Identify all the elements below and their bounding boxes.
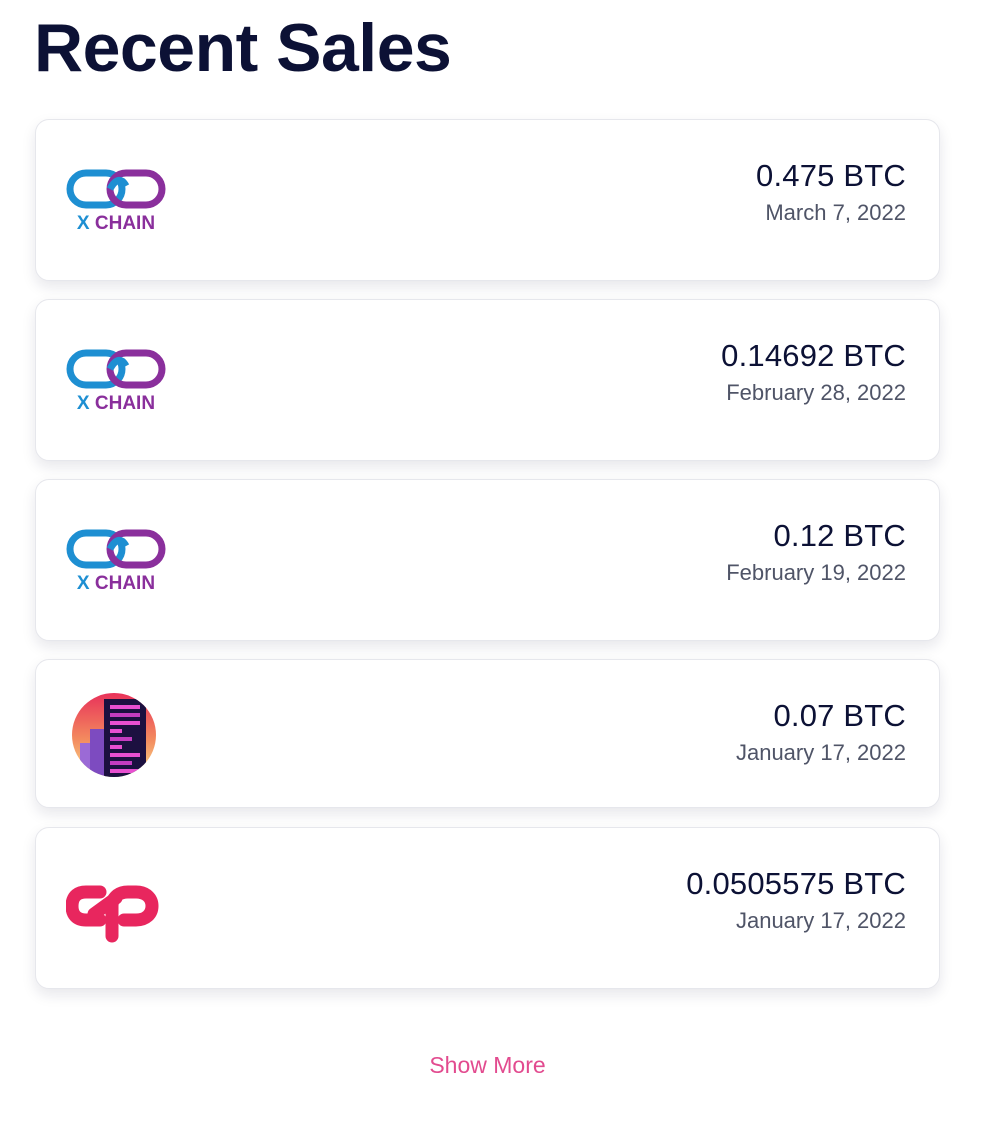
- sale-card[interactable]: 0.0505575 BTC January 17, 2022: [35, 827, 940, 989]
- svg-text:X CHAIN: X CHAIN: [77, 213, 155, 232]
- sale-card[interactable]: X CHAIN 0.14692 BTC February 28, 2022: [35, 299, 940, 461]
- sale-info: 0.475 BTC March 7, 2022: [756, 158, 906, 228]
- sale-price: 0.0505575 BTC: [686, 866, 906, 901]
- sale-price: 0.07 BTC: [773, 698, 906, 733]
- sale-info: 0.12 BTC February 19, 2022: [726, 518, 906, 588]
- pixel-city-icon: [66, 693, 162, 777]
- show-more-link[interactable]: Show More: [0, 1052, 975, 1079]
- sale-date: January 17, 2022: [735, 740, 906, 765]
- sale-date: March 7, 2022: [765, 200, 906, 225]
- sale-date: February 19, 2022: [726, 560, 906, 585]
- sale-date: January 17, 2022: [735, 908, 906, 933]
- xchain-logo-icon: X CHAIN: [66, 168, 166, 234]
- sale-card[interactable]: X CHAIN 0.475 BTC March 7, 2022: [35, 119, 940, 281]
- sale-info: 0.07 BTC January 17, 2022: [736, 698, 906, 768]
- sale-price: 0.12 BTC: [773, 518, 906, 553]
- sale-info: 0.0505575 BTC January 17, 2022: [686, 866, 906, 936]
- sale-price: 0.475 BTC: [756, 158, 906, 193]
- sale-info: 0.14692 BTC February 28, 2022: [721, 338, 906, 408]
- xchain-logo-icon: X CHAIN: [66, 528, 166, 594]
- svg-text:X CHAIN: X CHAIN: [77, 573, 155, 592]
- counterparty-logo-icon: [65, 878, 162, 948]
- page-title: Recent Sales: [34, 10, 452, 86]
- sale-date: February 28, 2022: [726, 380, 906, 405]
- xchain-logo-icon: X CHAIN: [66, 348, 166, 414]
- svg-text:X CHAIN: X CHAIN: [77, 393, 155, 412]
- sale-card[interactable]: X CHAIN 0.12 BTC February 19, 2022: [35, 479, 940, 641]
- sale-card[interactable]: 0.07 BTC January 17, 2022: [35, 659, 940, 808]
- sale-price: 0.14692 BTC: [721, 338, 906, 373]
